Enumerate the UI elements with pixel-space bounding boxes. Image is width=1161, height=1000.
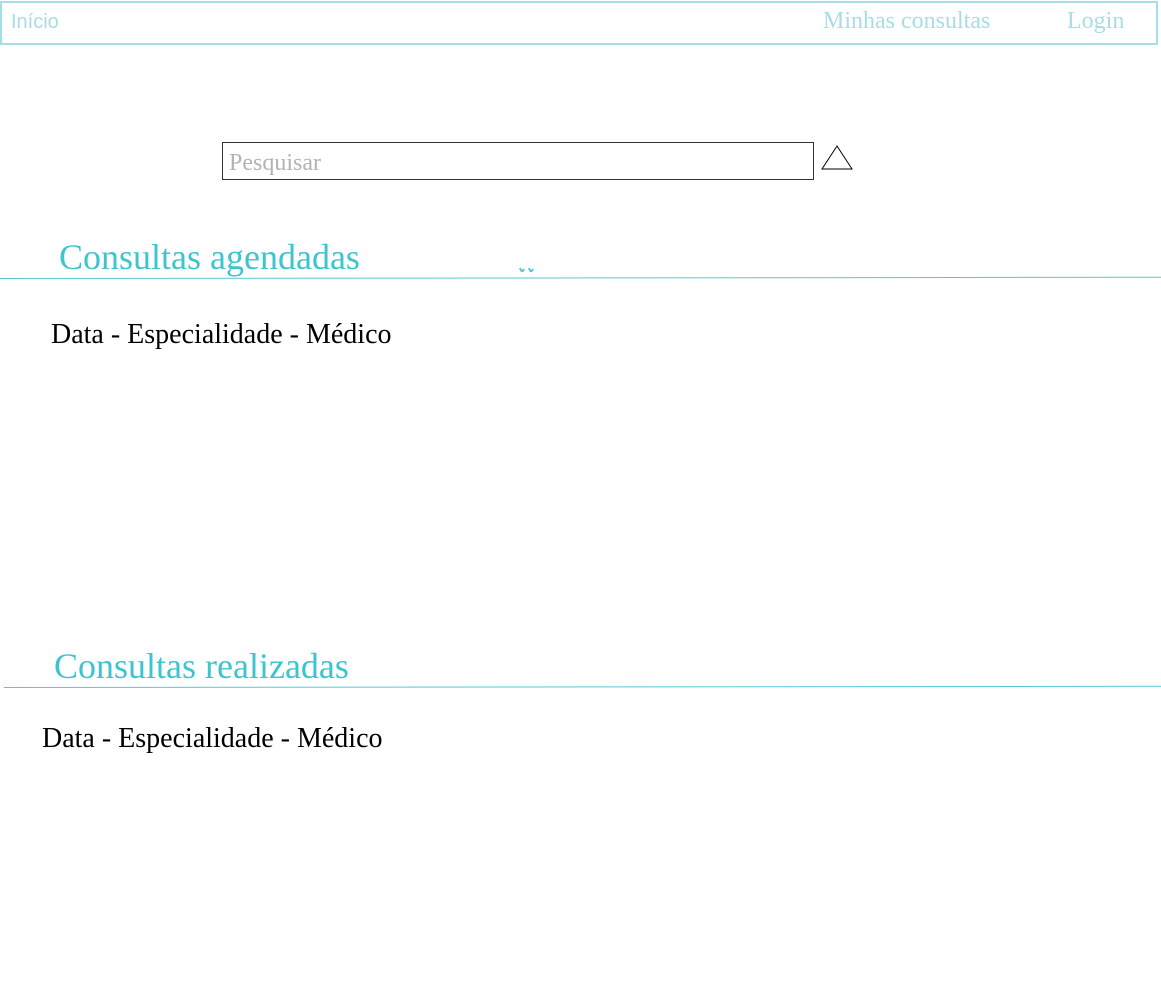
scheduled-appointment-item[interactable]: Data - Especialidade - Médico [51, 319, 392, 351]
nav-login-link[interactable]: Login [1067, 8, 1124, 35]
nav-my-appointments-link[interactable]: Minhas consultas [823, 8, 990, 35]
completed-appointment-item[interactable]: Data - Especialidade - Médico [42, 723, 383, 755]
nav-home-link[interactable]: Início [11, 11, 59, 34]
completed-appointments-title: Consultas realizadas [54, 646, 349, 686]
section-divider [0, 276, 1161, 279]
search-input[interactable] [222, 142, 814, 180]
section-divider [3, 685, 1161, 688]
search-button[interactable] [820, 144, 854, 172]
decorative-mark [519, 267, 534, 273]
scheduled-appointments-title: Consultas agendadas [59, 237, 360, 277]
top-nav-bar: Início Minhas consultas Login [0, 1, 1158, 45]
triangle-icon [821, 145, 853, 170]
